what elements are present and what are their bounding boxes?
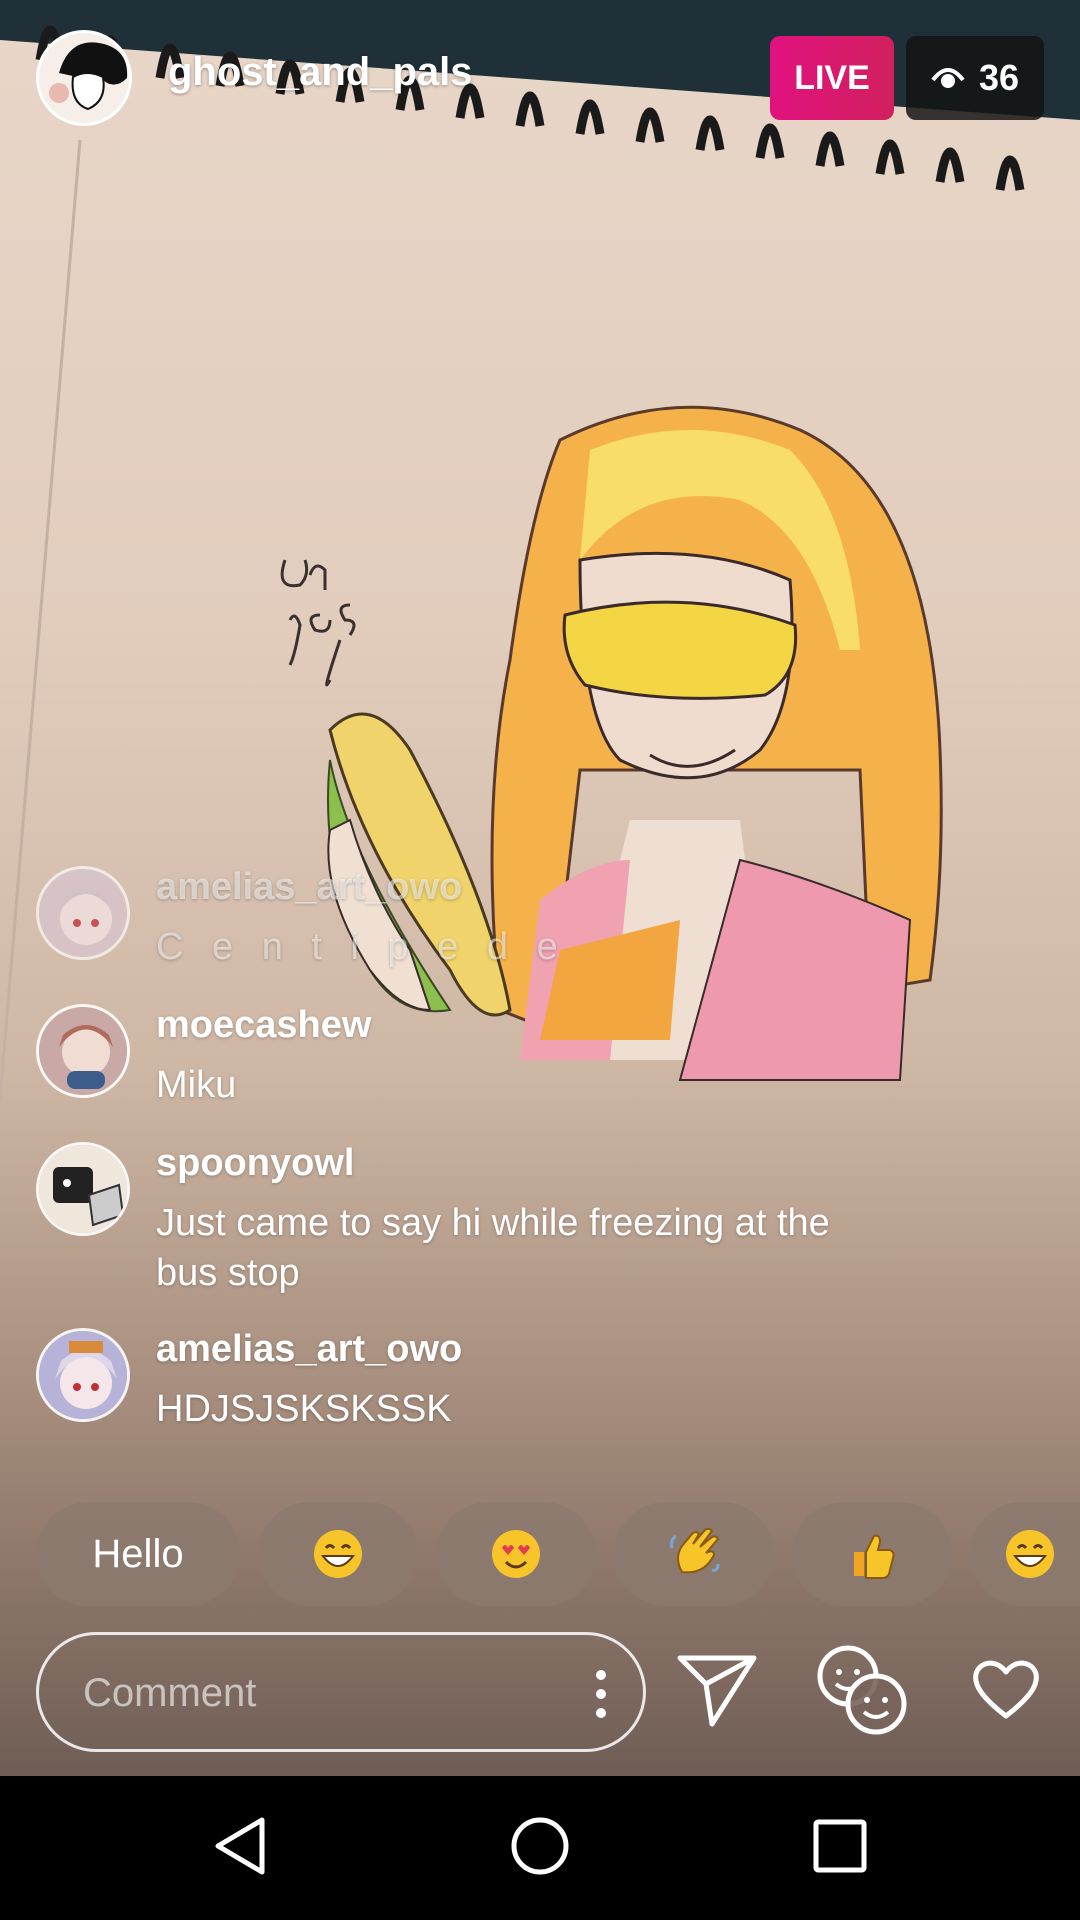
waving-hand-icon	[668, 1528, 720, 1580]
quick-reply-thumbs-up[interactable]	[792, 1502, 952, 1606]
viewer-count: 36	[978, 57, 1020, 98]
commenter-username[interactable]: moecashew	[156, 1004, 371, 1047]
live-stream-screen: ghost_and_pals LIVE 36 amelias_art_owo C…	[0, 0, 1080, 1920]
recents-button[interactable]	[768, 1776, 912, 1920]
comment-field[interactable]	[36, 1632, 646, 1752]
quick-reply-hello[interactable]: Hello	[36, 1502, 240, 1606]
quick-reply-label: Hello	[92, 1531, 184, 1576]
comment-text: Miku	[156, 1064, 237, 1106]
commenter-avatar[interactable]	[36, 866, 130, 960]
commenter-avatar[interactable]	[36, 1142, 130, 1236]
quick-reply-wave[interactable]	[614, 1502, 774, 1606]
host-avatar[interactable]	[36, 30, 132, 126]
commenter-avatar[interactable]	[36, 1328, 130, 1422]
comment-item: amelias_art_owo C e n t i p e d e	[36, 866, 896, 976]
grinning-face-icon	[1004, 1528, 1056, 1580]
comment-item: spoonyowl Just came to say hi while free…	[36, 1142, 896, 1294]
commenter-username[interactable]: amelias_art_owo	[156, 1328, 462, 1371]
heart-eyes-face-icon	[490, 1528, 542, 1580]
comment-input[interactable]	[83, 1663, 543, 1723]
send-icon[interactable]	[676, 1652, 758, 1733]
recents-icon	[813, 1819, 867, 1878]
face-filter-icon[interactable]	[814, 1642, 910, 1743]
comment-text: HDJSJSKSKSSK	[156, 1388, 452, 1430]
back-icon	[212, 1816, 268, 1881]
comment-text: C e n t i p e d e	[156, 926, 567, 968]
comment-text: Just came to say hi while freezing at th…	[156, 1202, 830, 1294]
home-icon	[510, 1816, 570, 1881]
host-username[interactable]: ghost_and_pals	[168, 50, 473, 95]
viewer-count-badge[interactable]: 36	[906, 36, 1044, 120]
quick-reply-bar: Hello	[36, 1502, 1080, 1608]
thumbs-up-icon	[846, 1528, 898, 1580]
eye-icon	[931, 57, 965, 99]
commenter-username[interactable]: amelias_art_owo	[156, 866, 462, 909]
commenter-username[interactable]: spoonyowl	[156, 1142, 354, 1185]
home-button[interactable]	[468, 1776, 612, 1920]
comment-item: moecashew Miku	[36, 1004, 896, 1114]
back-button[interactable]	[168, 1776, 312, 1920]
quick-reply-heart-eyes[interactable]	[436, 1502, 596, 1606]
live-badge: LIVE	[770, 36, 894, 120]
system-navigation-bar	[0, 1776, 1080, 1920]
quick-reply-grinning[interactable]	[258, 1502, 418, 1606]
commenter-avatar[interactable]	[36, 1004, 130, 1098]
comment-item: amelias_art_owo HDJSJSKSKSSK	[36, 1328, 896, 1438]
quick-reply-grinning[interactable]	[970, 1502, 1080, 1606]
grinning-face-icon	[312, 1528, 364, 1580]
more-options-icon[interactable]	[591, 1669, 611, 1719]
heart-icon[interactable]	[970, 1656, 1042, 1727]
